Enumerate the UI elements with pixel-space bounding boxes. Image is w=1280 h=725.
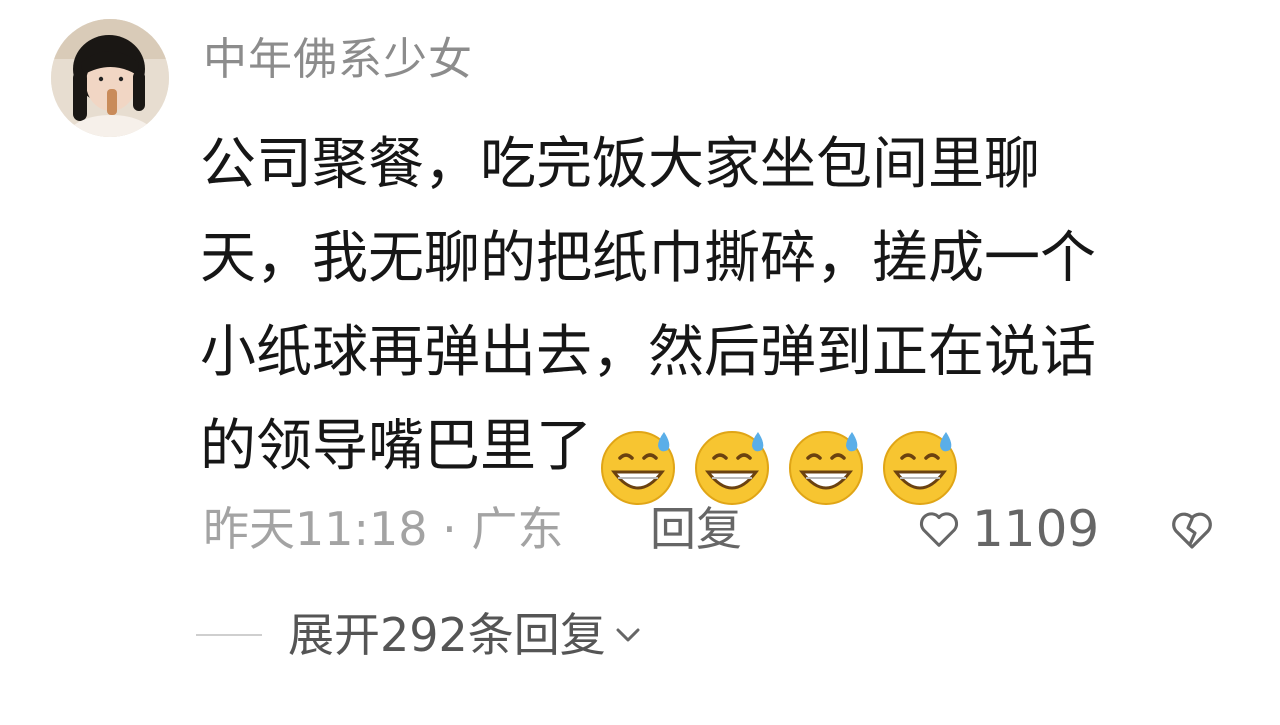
expand-replies-label: 展开292条回复 [288, 608, 606, 662]
dislike-button[interactable] [1168, 506, 1216, 554]
like-button[interactable]: 1109 [916, 496, 1099, 562]
comment-text: 公司聚餐，吃完饭大家坐包间里聊 天，我无聊的把纸巾撕碎，搓成一个 小纸球再弹出去… [200, 118, 1250, 505]
chevron-down-icon [616, 628, 640, 642]
comment-line: 小纸球再弹出去，然后弹到正在说话 [200, 320, 1096, 385]
user-avatar[interactable] [51, 19, 169, 137]
broken-heart-icon [1172, 512, 1212, 549]
divider-line [196, 634, 262, 636]
expand-replies-button[interactable]: 展开292条回复 [196, 600, 646, 670]
comment-line: 天，我无聊的把纸巾撕碎，搓成一个 [200, 226, 1096, 291]
comment-line-text: 的领导嘴巴里了 [200, 414, 592, 479]
comment-timestamp-location: 昨天11:18 · 广东 [203, 502, 564, 556]
reply-button[interactable]: 回复 [650, 496, 742, 562]
grinning-sweat-emoji-icon [784, 424, 868, 508]
username[interactable]: 中年佛系少女 [203, 30, 473, 90]
heart-outline-icon [919, 512, 959, 547]
like-count: 1109 [972, 500, 1100, 558]
comment-line-last: 的领导嘴巴里了 [200, 400, 1250, 505]
comment-line: 公司聚餐，吃完饭大家坐包间里聊 [200, 132, 1040, 197]
